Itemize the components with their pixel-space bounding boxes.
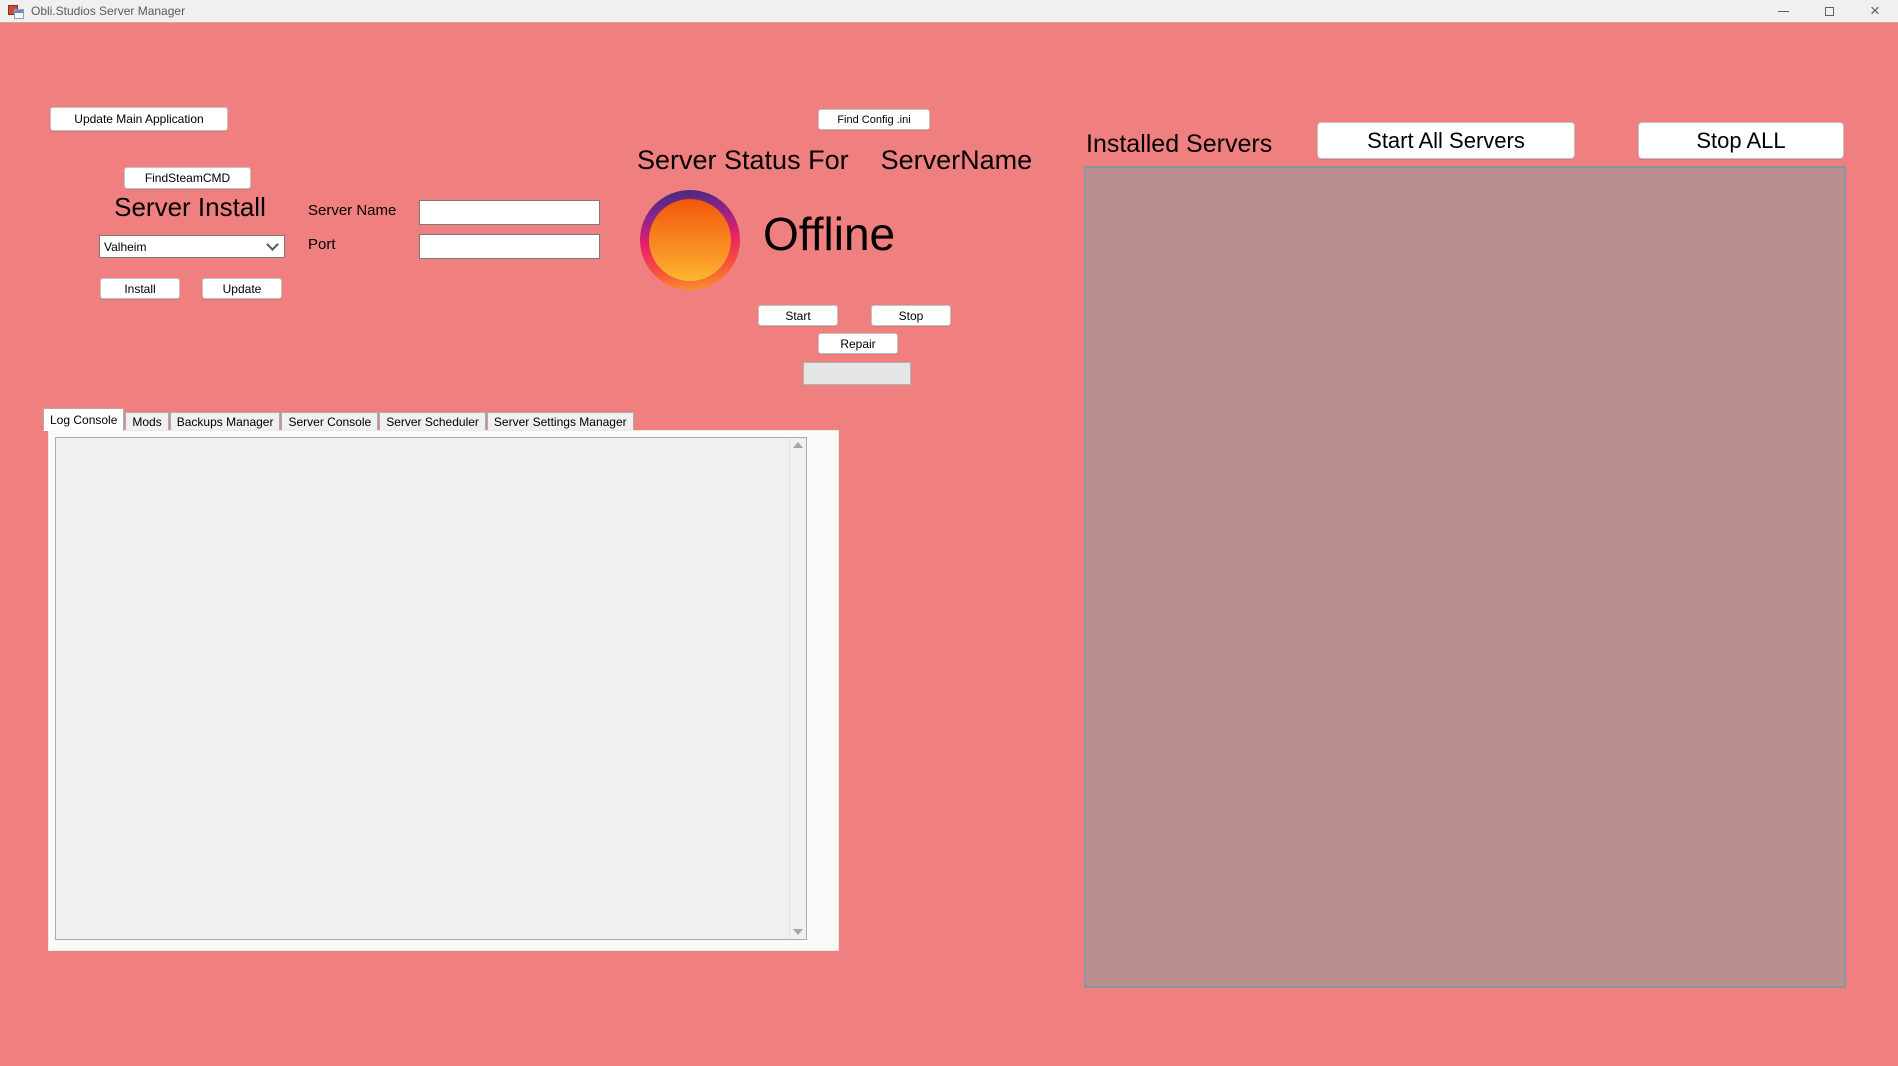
installed-servers-title: Installed Servers <box>1086 130 1272 159</box>
status-indicator-icon <box>640 190 740 290</box>
maximize-button[interactable] <box>1806 0 1852 22</box>
stop-all-servers-button[interactable]: Stop ALL <box>1638 122 1844 159</box>
minimize-icon <box>1778 11 1789 12</box>
status-heading-server-name: ServerName <box>881 145 1033 176</box>
game-select-value: Valheim <box>104 240 146 254</box>
app-window: Obli.Studios Server Manager Update Main … <box>0 0 1898 1066</box>
port-input[interactable] <box>419 234 600 259</box>
game-select-dropdown[interactable]: Valheim <box>99 235 285 258</box>
close-button[interactable] <box>1852 0 1898 22</box>
stop-button[interactable]: Stop <box>871 305 951 326</box>
status-indicator-core <box>649 199 731 281</box>
find-config-ini-button[interactable]: Find Config .ini <box>818 109 930 130</box>
app-icon <box>8 3 24 19</box>
tab-server-console[interactable]: Server Console <box>281 412 378 431</box>
scroll-down-icon[interactable] <box>793 929 803 935</box>
start-all-servers-button[interactable]: Start All Servers <box>1317 122 1575 159</box>
installed-servers-list[interactable] <box>1084 166 1846 988</box>
tab-strip: Log ConsoleModsBackups ManagerServer Con… <box>43 411 635 431</box>
title-bar: Obli.Studios Server Manager <box>0 0 1898 23</box>
log-console-scrollbar[interactable] <box>789 438 806 939</box>
server-name-label: Server Name <box>308 202 396 219</box>
scroll-up-icon[interactable] <box>793 442 803 448</box>
log-console-textarea[interactable] <box>55 437 807 940</box>
tab-server-settings-manager[interactable]: Server Settings Manager <box>487 412 634 431</box>
maximize-icon <box>1825 7 1834 16</box>
tab-mods[interactable]: Mods <box>125 412 168 431</box>
server-status-heading: Server Status For ServerName <box>637 145 1032 176</box>
progress-bar <box>803 362 911 385</box>
chevron-down-icon <box>266 238 279 251</box>
server-install-title: Server Install <box>98 192 282 223</box>
window-title: Obli.Studios Server Manager <box>31 4 1760 18</box>
repair-button[interactable]: Repair <box>818 333 898 354</box>
window-controls <box>1760 0 1898 22</box>
tab-log-console[interactable]: Log Console <box>43 408 124 431</box>
tab-server-scheduler[interactable]: Server Scheduler <box>379 412 486 431</box>
server-state-text: Offline <box>763 207 895 261</box>
status-heading-prefix: Server Status For <box>637 145 849 176</box>
minimize-button[interactable] <box>1760 0 1806 22</box>
port-label: Port <box>308 236 336 253</box>
find-steamcmd-button[interactable]: FindSteamCMD <box>124 167 251 189</box>
tab-backups-manager[interactable]: Backups Manager <box>170 412 281 431</box>
server-name-input[interactable] <box>419 200 600 225</box>
install-button[interactable]: Install <box>100 278 180 299</box>
update-main-application-button[interactable]: Update Main Application <box>50 107 228 131</box>
close-icon <box>1870 2 1880 21</box>
start-button[interactable]: Start <box>758 305 838 326</box>
update-server-button[interactable]: Update <box>202 278 282 299</box>
